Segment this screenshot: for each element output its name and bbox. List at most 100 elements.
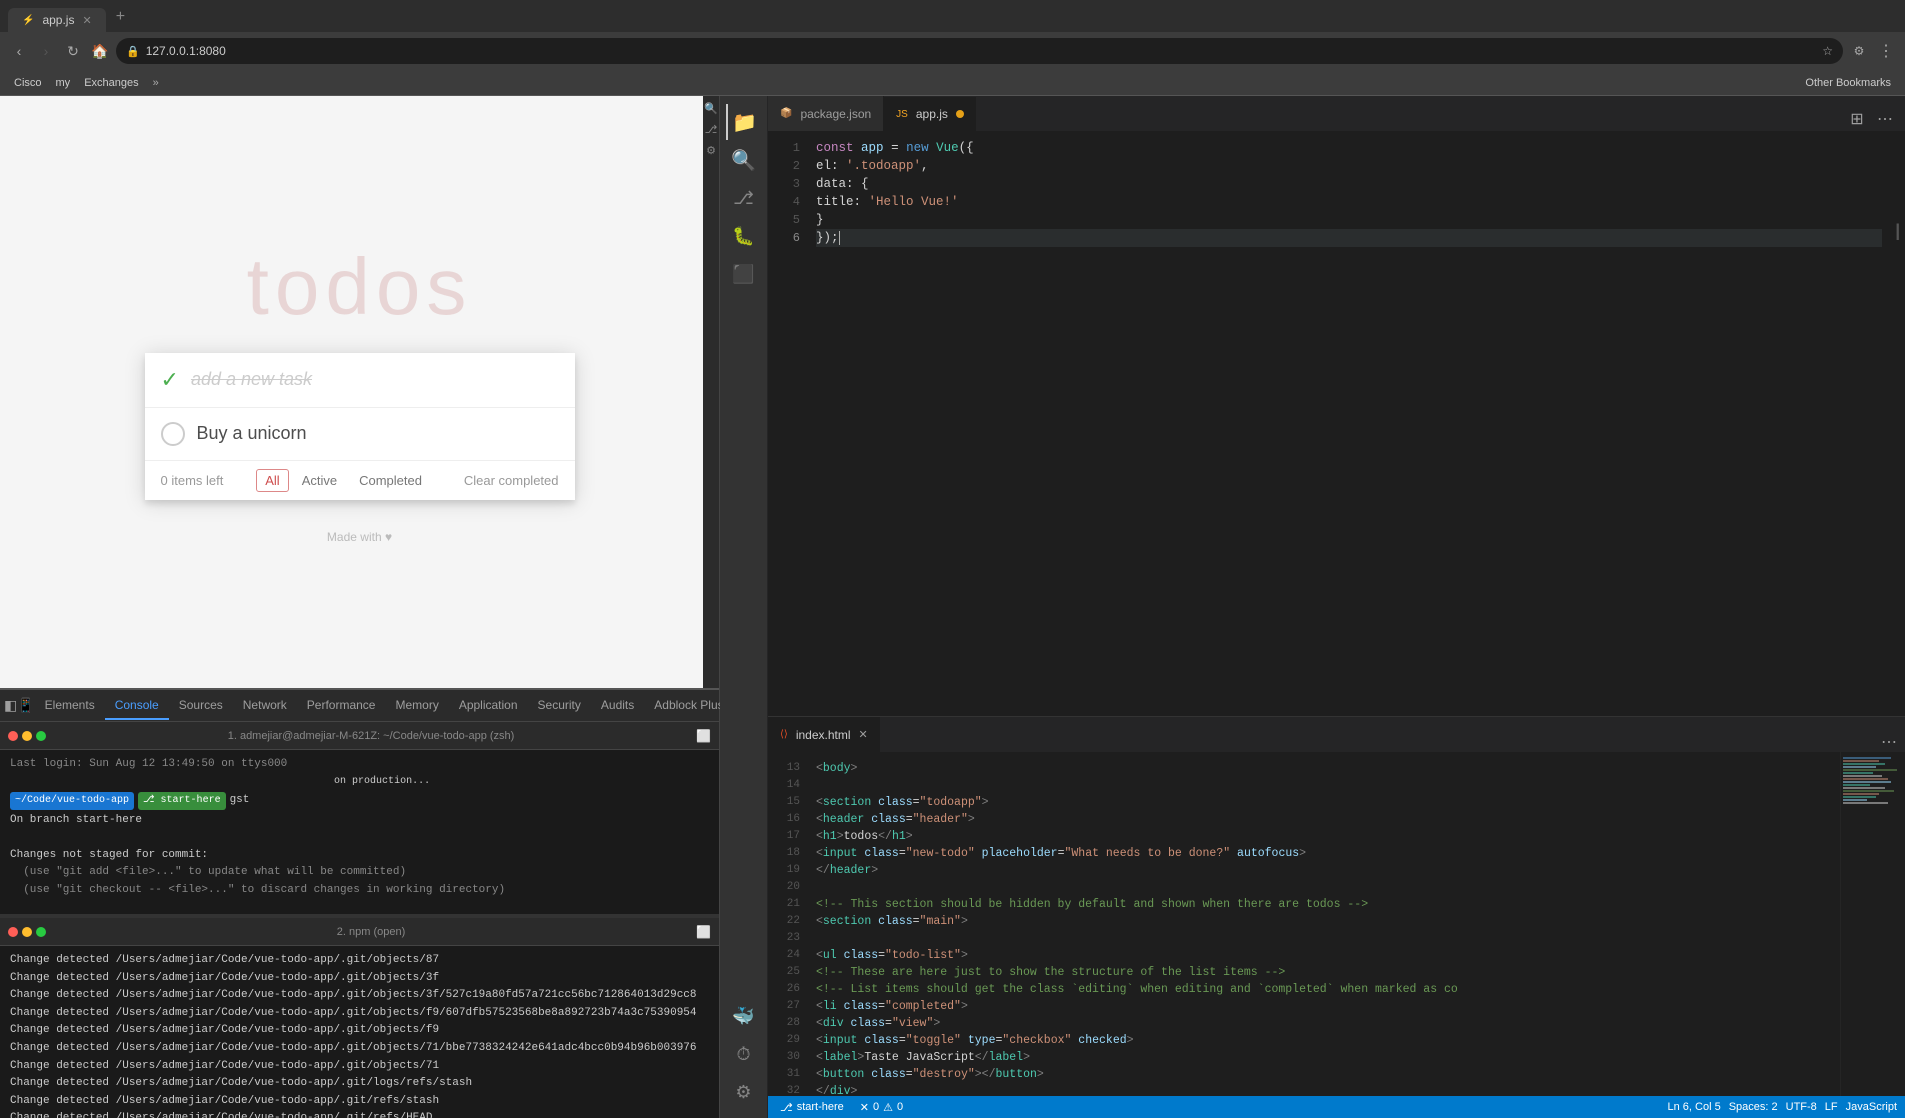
menu-btn[interactable]: ⋮	[1875, 40, 1897, 62]
todo-item-text: Buy a unicorn	[197, 423, 307, 444]
tab-network[interactable]: Network	[233, 692, 297, 720]
terminal-2-content[interactable]: Change detected /Users/admejiar/Code/vue…	[0, 946, 719, 1118]
filter-active[interactable]: Active	[293, 469, 346, 492]
npm-line-7: Change detected /Users/admejiar/Code/vue…	[10, 1058, 709, 1076]
clear-completed[interactable]: Clear completed	[464, 473, 559, 488]
tab-index-html[interactable]: ⟨⟩ index.html ✕	[768, 717, 881, 752]
dt-device-btn[interactable]: 📱	[17, 694, 34, 718]
reload-btn[interactable]: ↻	[62, 40, 84, 62]
t-line-login: on production...	[10, 774, 709, 790]
npm-line-9: Change detected /Users/admejiar/Code/vue…	[10, 1093, 709, 1111]
code-lines[interactable]: const app = new Vue({ el: '.todoapp', da…	[808, 131, 1890, 716]
tab-package-json[interactable]: 📦 package.json	[768, 96, 884, 131]
back-btn[interactable]: ‹	[8, 40, 30, 62]
bookmark-star[interactable]: ☆	[1822, 44, 1833, 58]
bottom-more-btn[interactable]: ⋯	[1881, 732, 1897, 752]
extensions-icon[interactable]: ⬛	[726, 256, 762, 292]
todo-item: Buy a unicorn	[145, 408, 575, 461]
t-changes: Changes not staged for commit:	[10, 847, 709, 865]
bookmark-exchanges[interactable]: Exchanges	[78, 75, 144, 91]
hln-22: 22	[768, 913, 800, 930]
status-branch[interactable]: ⎇ start-here	[776, 1101, 848, 1114]
tab-console[interactable]: Console	[105, 692, 169, 720]
tab-memory[interactable]: Memory	[385, 692, 448, 720]
docker-icon[interactable]: 🐳	[726, 998, 762, 1034]
language[interactable]: JavaScript	[1846, 1101, 1897, 1113]
html-code-lines[interactable]: <body> <section class="todoapp"> <header…	[808, 752, 1840, 1096]
todo-item-checkbox[interactable]	[161, 422, 185, 446]
hl-15: <section class="todoapp">	[816, 794, 1832, 811]
item-count: 0 items left	[161, 473, 224, 488]
hln-30: 30	[768, 1049, 800, 1066]
spaces[interactable]: Spaces: 2	[1729, 1101, 1778, 1113]
npm-line-3: Change detected /Users/admejiar/Code/vue…	[10, 987, 709, 1005]
dot-red	[8, 731, 18, 741]
tab-elements[interactable]: Elements	[35, 692, 105, 720]
bookmark-my[interactable]: my	[50, 75, 77, 91]
tab-performance[interactable]: Performance	[297, 692, 386, 720]
editor-tabs-bar: 📦 package.json JS app.js ⊞ ⋯	[768, 96, 1905, 131]
settings-icon[interactable]: ⚙	[726, 1074, 762, 1110]
split-editor-btn[interactable]: ⊞	[1845, 107, 1869, 131]
search-dt-icon[interactable]: 🔍	[704, 102, 718, 115]
bookmark-other[interactable]: Other Bookmarks	[1799, 75, 1897, 91]
close-tab-btn[interactable]: ✕	[859, 728, 868, 741]
warn-count: 0	[897, 1101, 903, 1113]
extensions-btn[interactable]: ⚙	[1848, 40, 1870, 62]
address-bar[interactable]: 🔒 127.0.0.1:8080 ☆	[116, 38, 1843, 64]
more-actions-btn[interactable]: ⋯	[1873, 107, 1897, 131]
top-editor: 📦 package.json JS app.js ⊞ ⋯	[768, 96, 1905, 716]
tab-sources[interactable]: Sources	[169, 692, 233, 720]
t-hint2: (use "git checkout -- <file>..." to disc…	[10, 882, 709, 900]
filter-all[interactable]: All	[256, 469, 288, 492]
terminal-dots	[8, 731, 46, 741]
line-ending[interactable]: LF	[1825, 1101, 1838, 1113]
hl-31: <button class="destroy"></button>	[816, 1066, 1832, 1083]
filter-completed[interactable]: Completed	[350, 469, 431, 492]
terminal-2-maximize[interactable]: ⬜	[696, 925, 711, 939]
package-json-label: package.json	[800, 107, 871, 121]
tab-audits[interactable]: Audits	[591, 692, 644, 720]
tab-close[interactable]: ✕	[82, 14, 91, 27]
editor-top-actions: ⊞ ⋯	[1837, 107, 1905, 131]
tab-security[interactable]: Security	[528, 692, 591, 720]
bookmark-cisco[interactable]: Cisco	[8, 75, 48, 91]
dot-yellow	[22, 731, 32, 741]
git-icon[interactable]: ⎇	[726, 180, 762, 216]
terminal-1-content[interactable]: Last login: Sun Aug 12 13:49:50 on ttys0…	[0, 750, 719, 914]
forward-btn[interactable]: ›	[35, 40, 57, 62]
source-dt-icon[interactable]: ⎇	[705, 123, 718, 136]
url-text: 127.0.0.1:8080	[146, 44, 226, 58]
debug-icon[interactable]: 🐛	[726, 218, 762, 254]
bookmark-more[interactable]: »	[147, 75, 165, 91]
hl-30: <label>Taste JavaScript</label>	[816, 1049, 1832, 1066]
cursor-line-indicator: I	[1890, 131, 1905, 716]
toggle-all-icon[interactable]: ✓	[161, 367, 179, 393]
hl-24: <ul class="todo-list">	[816, 947, 1832, 964]
browser-tab[interactable]: ⚡ app.js ✕	[8, 8, 106, 32]
search-icon[interactable]: 🔍	[726, 142, 762, 178]
devtools-toggle-icons: 🔍 ⎇ ⚙	[703, 96, 719, 688]
terminal-maximize[interactable]: ⬜	[696, 729, 711, 743]
package-json-icon: 📦	[780, 108, 792, 119]
app-js-label: app.js	[916, 107, 948, 121]
hln-23: 23	[768, 930, 800, 947]
editor-area: 📦 package.json JS app.js ⊞ ⋯	[768, 96, 1905, 1118]
code-editor[interactable]: 1 2 3 4 5 6 const app = new Vue({ el: '.…	[768, 131, 1905, 716]
hln-31: 31	[768, 1066, 800, 1083]
home-btn[interactable]: 🏠	[89, 40, 111, 62]
tab-application[interactable]: Application	[449, 692, 528, 720]
tab-app-js[interactable]: JS app.js	[884, 96, 977, 131]
explorer-icon[interactable]: 📁	[726, 104, 762, 140]
filter-buttons: All Active Completed	[256, 469, 431, 492]
line-col[interactable]: Ln 6, Col 5	[1668, 1101, 1721, 1113]
new-tab-btn[interactable]: +	[106, 4, 135, 30]
status-errors[interactable]: ✕ 0 ⚠ 0	[856, 1101, 907, 1114]
hln-20: 20	[768, 879, 800, 896]
html-editor-content[interactable]: 13 14 15 16 17 18 19 20 21 22 23 24 25 2…	[768, 752, 1905, 1096]
encoding[interactable]: UTF-8	[1786, 1101, 1817, 1113]
dt-inspect-btn[interactable]: ◧	[4, 694, 17, 718]
settings-dt-icon[interactable]: ⚙	[706, 144, 716, 157]
tab-title: app.js	[42, 13, 74, 27]
gauge-icon[interactable]: ⏱	[726, 1036, 762, 1072]
